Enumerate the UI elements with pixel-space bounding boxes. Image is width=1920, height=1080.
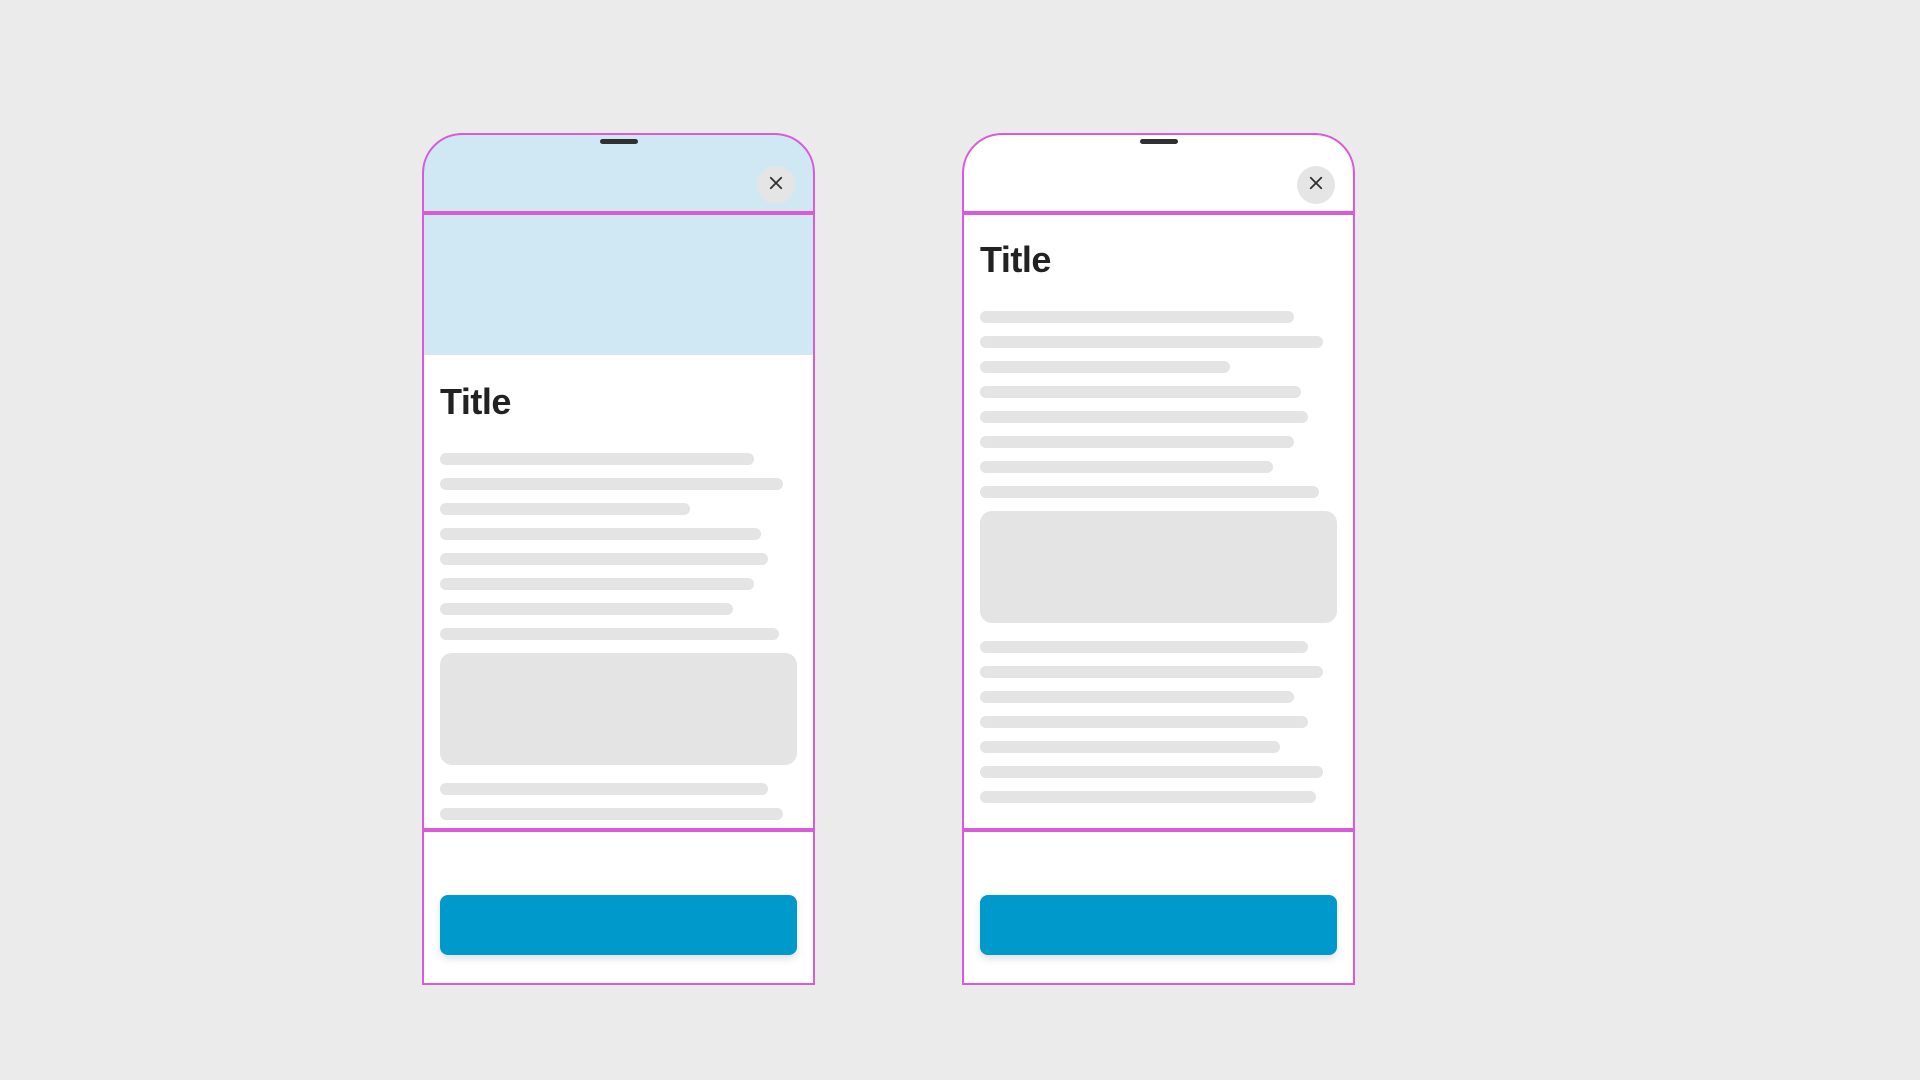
text-placeholder-line [980, 741, 1280, 753]
canvas: Title [0, 0, 1920, 1080]
text-placeholder-line [980, 716, 1308, 728]
text-placeholder-line [980, 666, 1323, 678]
header-separator [422, 212, 815, 213]
text-placeholder-line [980, 791, 1316, 803]
footer-area [422, 830, 815, 985]
page-title: Title [440, 381, 797, 423]
close-button[interactable] [757, 166, 795, 204]
phone-mockup-with-hero: Title [422, 133, 815, 985]
text-placeholder-block [440, 453, 797, 640]
text-placeholder-line [440, 528, 761, 540]
text-placeholder-block [980, 641, 1337, 803]
text-placeholder-line [980, 361, 1230, 373]
text-placeholder-line [440, 603, 733, 615]
primary-cta-button[interactable] [440, 895, 797, 955]
primary-cta-button[interactable] [980, 895, 1337, 955]
text-placeholder-line [440, 478, 783, 490]
text-placeholder-line [980, 691, 1294, 703]
text-placeholder-line [440, 808, 783, 820]
text-placeholder-line [440, 628, 779, 640]
text-placeholder-line [440, 503, 690, 515]
text-placeholder-block [980, 311, 1337, 498]
close-button[interactable] [1297, 166, 1335, 204]
text-placeholder-line [980, 386, 1301, 398]
text-placeholder-line [980, 641, 1308, 653]
close-icon [1307, 174, 1325, 197]
text-placeholder-line [980, 436, 1294, 448]
device-notch [1140, 139, 1178, 144]
text-placeholder-line [980, 311, 1294, 323]
device-notch [600, 139, 638, 144]
image-placeholder [980, 511, 1337, 623]
text-placeholder-line [980, 461, 1273, 473]
text-placeholder-line [440, 553, 768, 565]
text-placeholder-line [980, 486, 1319, 498]
page-title: Title [980, 239, 1337, 281]
text-placeholder-line [440, 453, 754, 465]
text-placeholder-line [980, 766, 1323, 778]
image-placeholder [440, 653, 797, 765]
hero-band [422, 133, 815, 355]
close-icon [767, 174, 785, 197]
layout-outline-header [962, 133, 1355, 213]
footer-area [962, 830, 1355, 985]
text-placeholder-line [980, 336, 1323, 348]
phone-mockup-no-hero: Title [962, 133, 1355, 985]
text-placeholder-line [440, 578, 754, 590]
text-placeholder-line [440, 783, 768, 795]
text-placeholder-line [980, 411, 1308, 423]
